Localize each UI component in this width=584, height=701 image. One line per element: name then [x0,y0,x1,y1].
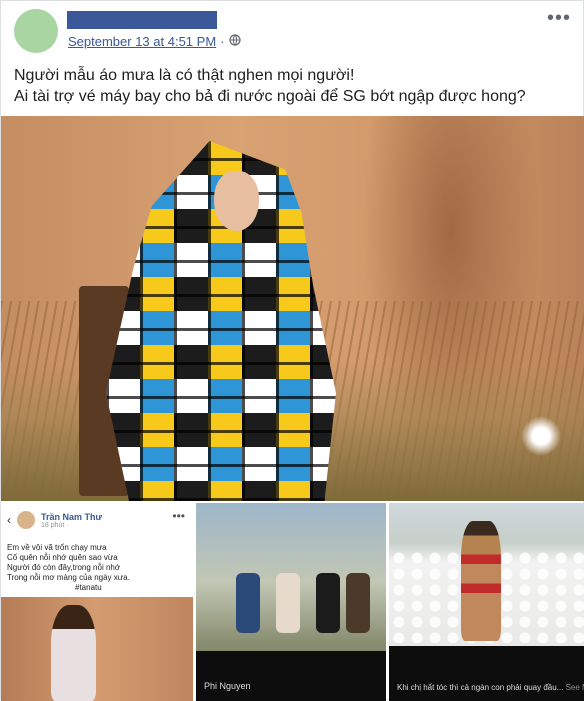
thumbnail-market-photo[interactable]: Phi Nguyen [196,503,386,701]
model-face [214,171,259,231]
thumb-avatar [17,511,35,529]
thumb-more-icon: ••• [172,509,185,523]
poem-hashtag: #tanatu [75,583,102,592]
thumb-author-name: Trần Nam Thư [41,511,103,522]
avatar[interactable] [14,9,58,53]
more-options-button[interactable]: ••• [547,7,571,30]
market-person [276,573,300,633]
caption-line-1: Người mẫu áo mưa là có thật nghen mọi ng… [14,67,355,84]
market-person [316,573,340,633]
facebook-post: September 13 at 4:51 PM · ••• Người mẫu … [0,0,584,701]
timestamp-link[interactable]: September 13 at 4:51 PM [68,34,216,49]
market-person [236,573,260,633]
poem-line: Em về vội vã trốn chạy mưa [7,543,107,552]
thumb-post-time: 18 phút · [41,521,69,529]
thumb-caption-text: Khi chị hất tóc thì cả ngàn con phải qua… [397,683,564,692]
thumb-caption-bar [389,646,584,701]
thumb-poem: Em về vội vã trốn chạy mưa Cố quên nỗi n… [7,543,130,593]
thumb-caption-bar [196,651,386,701]
thumbnail-ducks-photo[interactable]: Khi chị hất tóc thì cả ngàn con phải qua… [389,503,584,701]
thumb-post-header: ‹ Trần Nam Thư 18 phút · [7,511,102,529]
market-person [346,573,370,633]
thumbnail-screenshot-post[interactable]: ‹ Trần Nam Thư 18 phút · ••• Em về vội v… [1,503,195,701]
swimsuit-model [461,521,501,641]
poem-line: Trong nỗi mơ màng của ngày xưa. [7,573,130,582]
main-photo[interactable] [1,116,584,501]
meta-separator: · [220,34,225,49]
thumb-caption: Khi chị hất tóc thì cả ngàn con phải qua… [397,683,584,692]
white-flowers [521,416,561,456]
globe-icon [228,34,241,49]
post-meta: September 13 at 4:51 PM · [68,34,241,49]
back-arrow-icon: ‹ [7,513,11,527]
thumb-ao-dai-photo [1,597,193,701]
poem-line: Người đó còn đây,trong nỗi nhớ [7,563,121,572]
post-caption: Người mẫu áo mưa là có thật nghen mọi ng… [14,65,574,107]
caption-line-2: Ai tài trợ vé máy bay cho bả đi nước ngo… [14,88,526,105]
ao-dai-model [51,605,96,701]
poem-line: Cố quên nỗi nhớ quên sao vừa [7,553,118,562]
thumb-author-label: Phi Nguyen [204,681,251,691]
see-more-link[interactable]: See More [566,683,584,692]
redacted-author-name[interactable] [67,11,217,29]
